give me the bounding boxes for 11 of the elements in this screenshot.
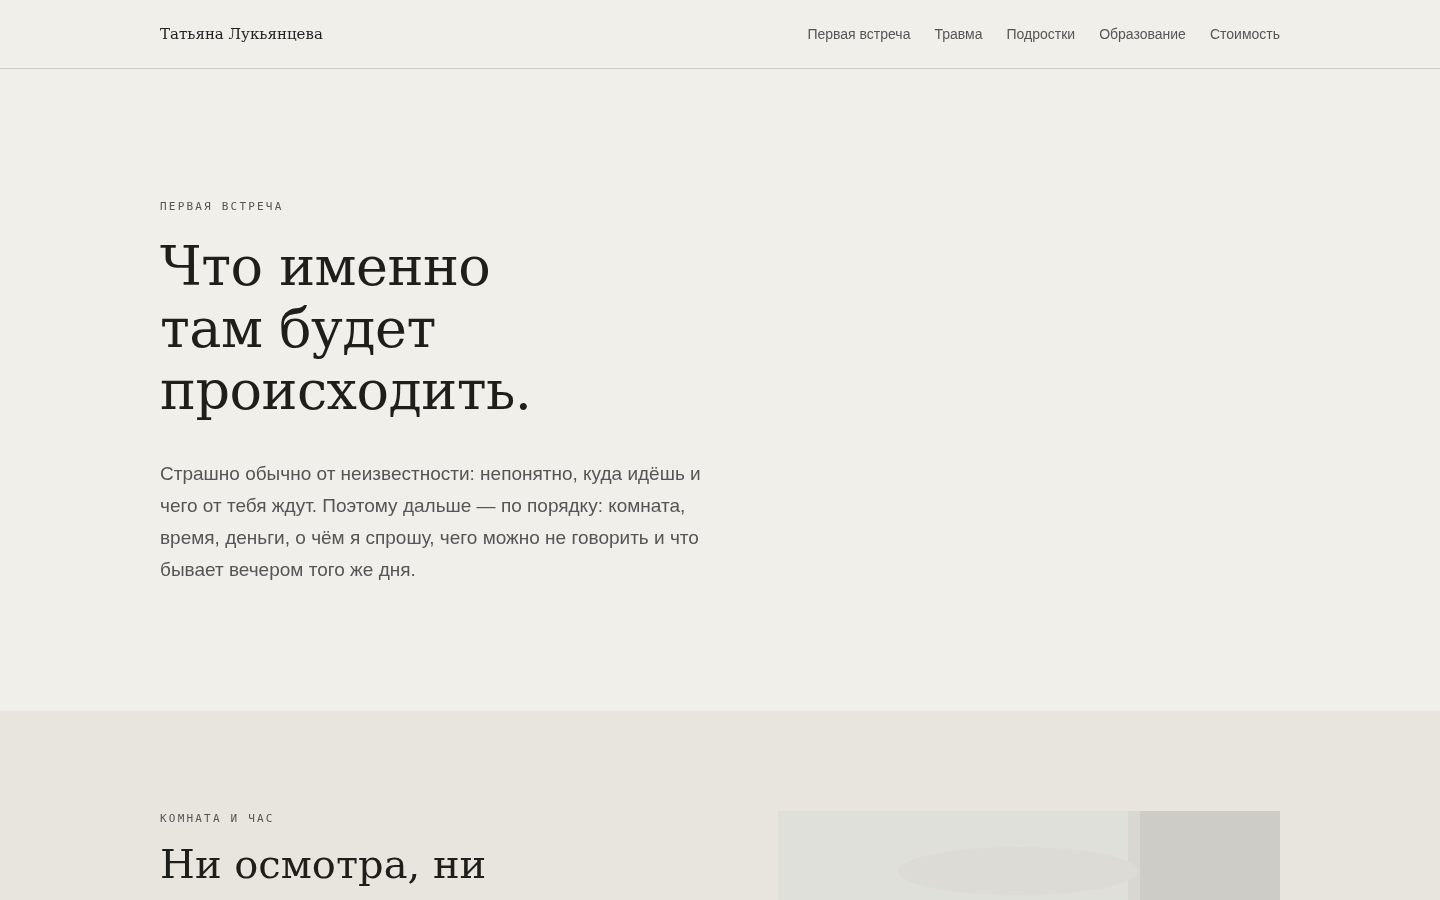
hero-heading: Что именно там будет происходить. xyxy=(160,235,533,422)
hero-lead: Страшно обычно от неизвестности: непонятно, куда идёшь и чего от тебя ждут. Поэтому дальше — по порядку: комната, время, деньги, о чём я спрошу, чего можно не говорить и что бывает вечером того же дня. xyxy=(160,461,702,582)
nav-link[interactable]: Травма xyxy=(934,23,983,45)
site-brand[interactable]: Татьяна Лукьянцева xyxy=(160,22,323,46)
section-eyebrow: ПЕРВАЯ ВСТРЕЧА xyxy=(160,199,285,215)
section-heading: Ни осмотра, ни xyxy=(160,839,487,888)
nav-link[interactable]: Подростки xyxy=(1006,23,1076,45)
section-eyebrow: КОМНАТА И ЧАС xyxy=(160,811,276,827)
nav-link[interactable]: Первая встреча xyxy=(807,23,911,45)
nav-link[interactable]: Образование xyxy=(1099,23,1186,45)
nav-link[interactable]: Стоимость xyxy=(1209,23,1280,45)
